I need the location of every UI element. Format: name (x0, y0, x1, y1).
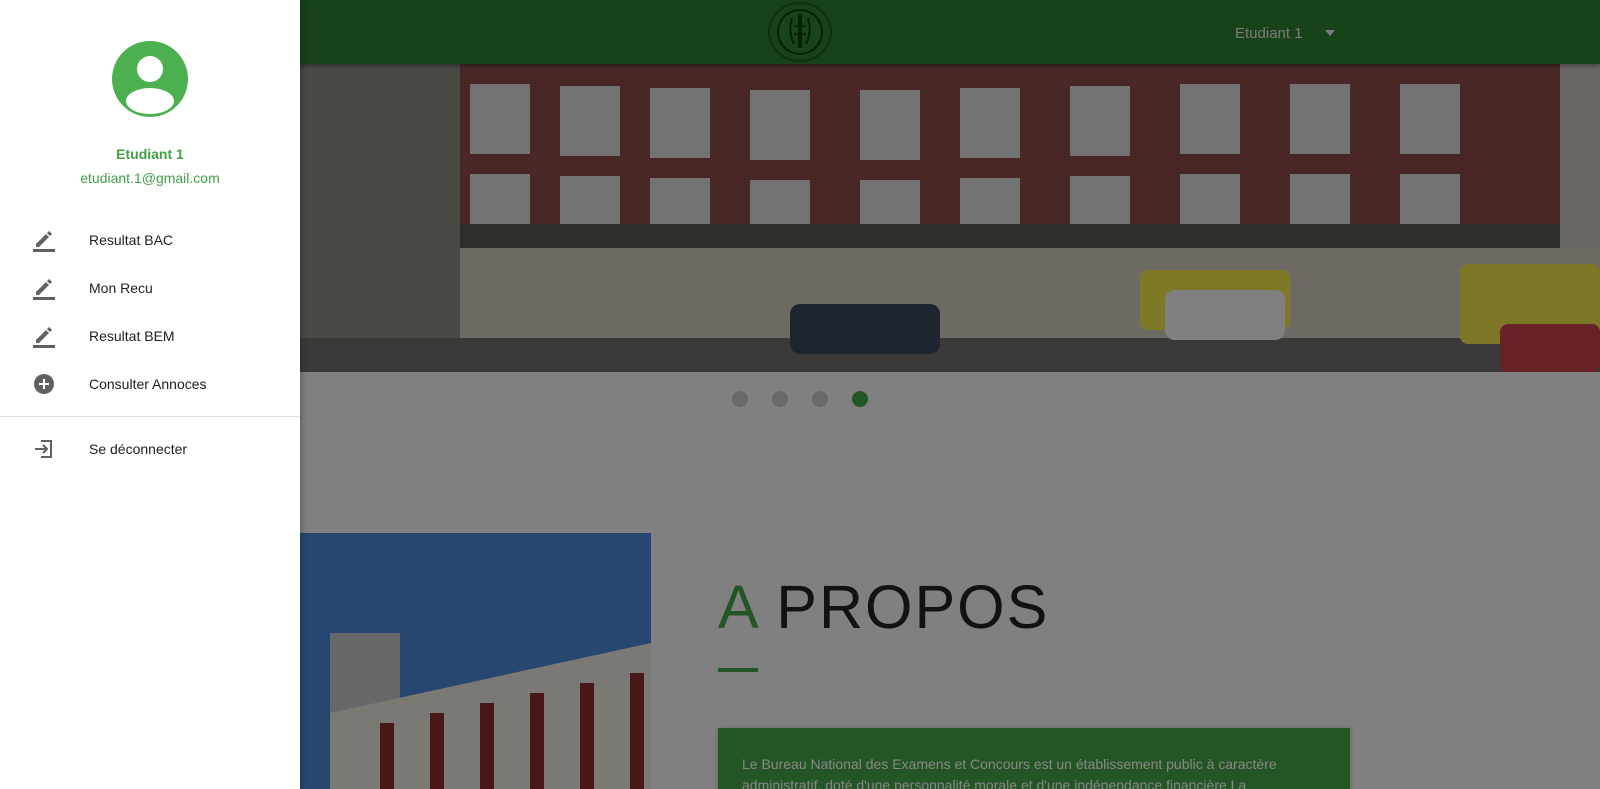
nav-item-mon-recu[interactable]: Mon Recu (0, 264, 300, 312)
nav-item-logout[interactable]: Se déconnecter (0, 425, 300, 473)
drawer-user-email: etudiant.1@gmail.com (80, 170, 220, 186)
nav-item-label: Resultat BEM (89, 328, 175, 344)
nav-item-label: Consulter Annoces (89, 376, 207, 392)
drawer-divider (0, 416, 300, 417)
pencil-icon (32, 228, 56, 252)
avatar (112, 41, 188, 117)
pencil-icon (32, 324, 56, 348)
logout-icon (32, 437, 56, 461)
drawer-user-name: Etudiant 1 (116, 146, 184, 162)
pencil-icon (32, 276, 56, 300)
nav-item-resultat-bem[interactable]: Resultat BEM (0, 312, 300, 360)
add-circle-icon (32, 372, 56, 396)
drawer-nav-list: Resultat BAC Mon Recu Resultat BEM Consu… (0, 216, 300, 473)
nav-item-consulter-annonces[interactable]: Consulter Annoces (0, 360, 300, 408)
nav-item-resultat-bac[interactable]: Resultat BAC (0, 216, 300, 264)
navigation-drawer: Etudiant 1 etudiant.1@gmail.com Resultat… (0, 0, 300, 789)
nav-item-label: Resultat BAC (89, 232, 174, 248)
account-icon (126, 56, 174, 114)
nav-item-label: Se déconnecter (89, 441, 188, 457)
nav-item-label: Mon Recu (89, 280, 153, 296)
